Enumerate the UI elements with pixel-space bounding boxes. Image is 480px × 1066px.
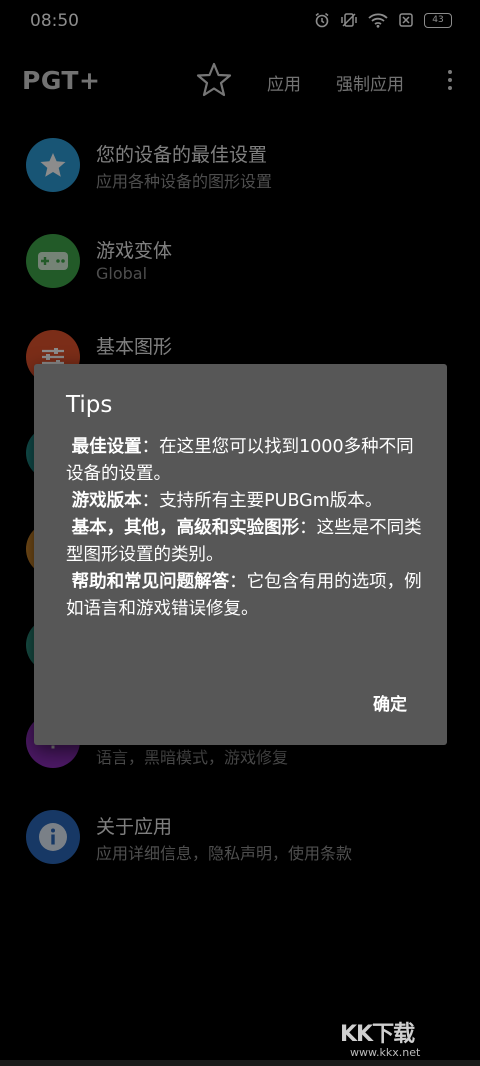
dialog-paragraph: 帮助和常见问题解答：它包含有用的选项，例如语言和游戏错误修复。 [66, 569, 426, 623]
dialog-title: Tips [66, 392, 113, 418]
dialog-paragraph: 最佳设置：在这里您可以找到1000多种不同设备的设置。 [66, 434, 426, 488]
dialog-body: 最佳设置：在这里您可以找到1000多种不同设备的设置。 游戏版本：支持所有主要P… [66, 434, 426, 623]
navigation-bar [0, 1060, 480, 1066]
paragraph-label: 游戏版本 [71, 491, 142, 511]
watermark-logo: KK下载 www.kkx.net [340, 1016, 465, 1064]
paragraph-label: 基本，其他，高级和实验图形 [71, 518, 300, 538]
dialog-paragraph: 游戏版本：支持所有主要PUBGm版本。 [66, 488, 426, 515]
watermark-logo-text: KK下载 [340, 1022, 415, 1047]
tips-dialog: Tips 最佳设置：在这里您可以找到1000多种不同设备的设置。 游戏版本：支持… [34, 364, 447, 745]
ok-button[interactable]: 确定 [373, 690, 407, 715]
paragraph-label: 最佳设置 [71, 437, 142, 457]
paragraph-text: ：支持所有主要PUBGm版本。 [141, 491, 383, 511]
paragraph-label: 帮助和常见问题解答 [71, 572, 230, 592]
dialog-paragraph: 基本，其他，高级和实验图形：这些是不同类型图形设置的类别。 [66, 515, 426, 569]
watermark-url: www.kkx.net [350, 1046, 421, 1059]
